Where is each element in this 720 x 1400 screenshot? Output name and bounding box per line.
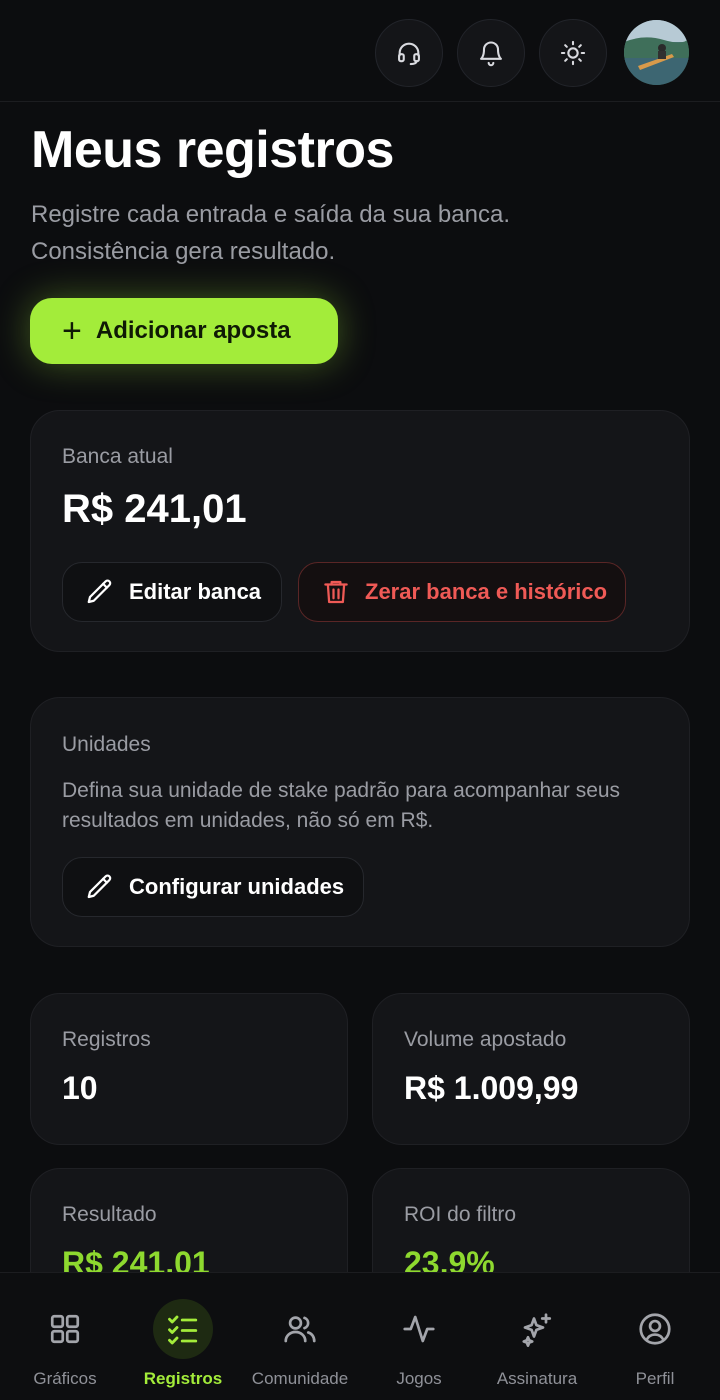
nav-item-perfil[interactable]: Perfil xyxy=(595,1273,715,1400)
nav-label-jogos: Jogos xyxy=(396,1369,442,1388)
nav-label-registros: Registros xyxy=(143,1369,223,1388)
sun-icon xyxy=(560,40,586,66)
nav-item-graficos[interactable]: Gráficos xyxy=(5,1273,125,1400)
bottom-nav: Gráficos Registros Comunidade Jogos Assi… xyxy=(0,1272,720,1400)
users-icon xyxy=(284,1316,316,1343)
avatar[interactable] xyxy=(624,20,689,85)
records-label: Registros xyxy=(62,1028,151,1051)
notifications-button[interactable] xyxy=(457,19,525,87)
top-bar xyxy=(0,0,720,102)
roi-label: ROI do filtro xyxy=(404,1203,517,1226)
reset-bank-button[interactable]: Zerar banca e histórico xyxy=(298,562,626,622)
volume-stat-card: Volume apostado R$ 1.009,99 xyxy=(372,993,690,1145)
bank-value: R$ 241,01 xyxy=(62,487,247,531)
activity-icon xyxy=(403,1315,435,1343)
bank-card: Banca atual R$ 241,01 Editar banca Zerar… xyxy=(30,410,690,652)
volume-value: R$ 1.009,99 xyxy=(404,1070,579,1106)
theme-toggle-button[interactable] xyxy=(539,19,607,87)
pencil-icon xyxy=(87,579,112,604)
units-label: Unidades xyxy=(62,733,151,756)
trash-icon xyxy=(324,580,348,604)
plus-icon: + xyxy=(62,312,82,350)
add-bet-label: Adicionar aposta xyxy=(95,317,291,344)
reset-bank-label: Zerar banca e histórico xyxy=(365,579,608,604)
nav-label-comunidade: Comunidade xyxy=(251,1369,349,1388)
volume-label: Volume apostado xyxy=(404,1028,567,1051)
nav-label-assinatura: Assinatura xyxy=(496,1369,578,1388)
sparkles-icon xyxy=(522,1313,552,1347)
configure-units-button[interactable]: Configurar unidades xyxy=(62,857,364,917)
nav-item-registros[interactable]: Registros xyxy=(123,1273,243,1400)
records-value: 10 xyxy=(62,1070,98,1106)
headset-icon xyxy=(398,42,420,66)
bank-label: Banca atual xyxy=(62,445,173,468)
edit-bank-label: Editar banca xyxy=(129,579,262,604)
support-button[interactable] xyxy=(375,19,443,87)
pencil-icon xyxy=(87,874,112,899)
nav-item-comunidade[interactable]: Comunidade xyxy=(240,1273,360,1400)
add-bet-button[interactable]: + Adicionar aposta xyxy=(30,298,338,364)
user-circle-icon xyxy=(639,1313,671,1345)
page-title: Meus registros xyxy=(31,121,394,179)
nav-item-jogos[interactable]: Jogos xyxy=(359,1273,479,1400)
records-stat-card: Registros 10 xyxy=(30,993,348,1145)
bell-icon xyxy=(480,41,502,67)
nav-label-graficos: Gráficos xyxy=(33,1369,97,1388)
units-card: Unidades Defina sua unidade de stake pad… xyxy=(30,697,690,947)
page-subtitle: Registre cada entrada e saída da sua ban… xyxy=(31,201,510,265)
result-label: Resultado xyxy=(62,1203,157,1226)
grid-icon xyxy=(50,1314,80,1344)
nav-item-assinatura[interactable]: Assinatura xyxy=(477,1273,597,1400)
units-description: Defina sua unidade de stake padrão para … xyxy=(62,779,621,832)
edit-bank-button[interactable]: Editar banca xyxy=(62,562,282,622)
nav-label-perfil: Perfil xyxy=(635,1369,675,1388)
checklist-icon xyxy=(168,1315,198,1345)
configure-units-label: Configurar unidades xyxy=(129,874,345,899)
